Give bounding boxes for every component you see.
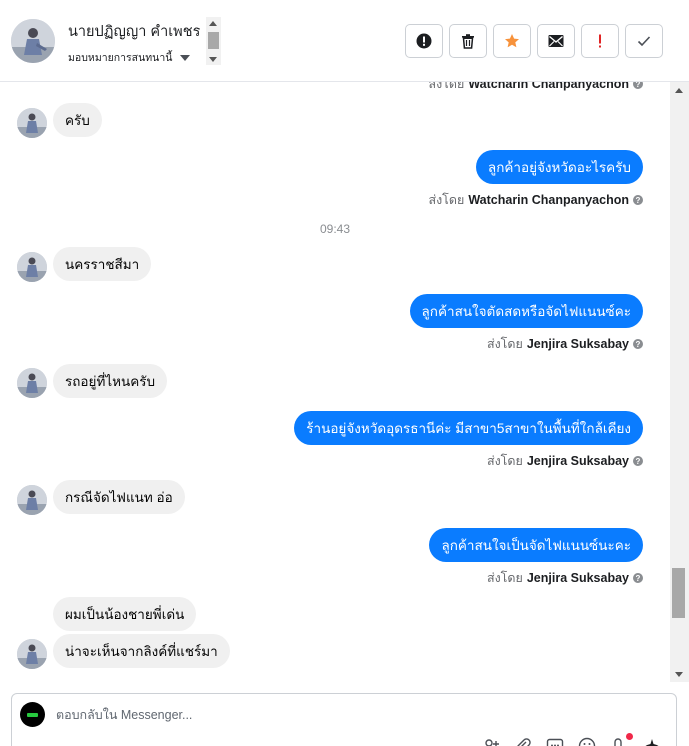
help-icon[interactable]: ?	[633, 456, 643, 466]
sent-by-prefix: ส่งโดย	[486, 454, 523, 468]
sent-by-label: ส่งโดย Jenjira Suksabay ?	[487, 334, 643, 354]
contact-avatar-small[interactable]	[17, 252, 47, 282]
agent-name[interactable]: Jenjira Suksabay	[527, 337, 629, 351]
mark-unread-button[interactable]	[537, 24, 575, 58]
check-icon	[637, 36, 651, 47]
assign-conversation-label: มอบหมายการสนทนานี้	[68, 52, 173, 64]
star-button[interactable]	[493, 24, 531, 58]
help-icon[interactable]: ?	[633, 339, 643, 349]
outgoing-message[interactable]: ลูกค้าสนใจเป็นจัดไฟแนนซ์นะคะ	[429, 528, 643, 562]
composer-toolbar	[482, 733, 660, 746]
contact-name[interactable]: นายปฏิญญา คำเพชร	[68, 20, 206, 43]
mark-spam-button[interactable]	[405, 24, 443, 58]
incoming-message[interactable]: นครราชสีมา	[53, 247, 152, 281]
saved-reply-button[interactable]	[546, 737, 564, 746]
inbox-conversation-panel: นายปฏิญญา คำเพชร มอบหมายการสนทนานี้ ส่งโ…	[0, 0, 689, 746]
emoji-icon	[578, 737, 596, 746]
sent-by-prefix: ส่งโดย	[486, 337, 523, 351]
sent-by-label: ส่งโดย Jenjira Suksabay ?	[487, 451, 643, 471]
sent-by-label: ส่งโดย Jenjira Suksabay ?	[487, 568, 643, 588]
star-icon	[505, 34, 519, 48]
attach-button[interactable]	[514, 737, 532, 746]
notification-dot	[626, 733, 633, 740]
incoming-message[interactable]: ครับ	[53, 103, 102, 137]
contact-avatar[interactable]	[11, 19, 55, 63]
contact-avatar-small[interactable]	[17, 368, 47, 398]
mail-icon	[548, 35, 564, 47]
name-scrollbar[interactable]	[206, 17, 221, 65]
assign-conversation-dropdown[interactable]: มอบหมายการสนทนานี้	[68, 49, 191, 66]
trash-icon	[462, 34, 474, 49]
emoji-button[interactable]	[578, 737, 596, 746]
appointment-icon	[614, 738, 622, 746]
sent-by-prefix: ส่งโดย	[486, 571, 523, 585]
outgoing-message[interactable]: ลูกค้าสนใจตัดสดหรือจัดไฟแนนซ์คะ	[409, 294, 643, 328]
sent-by-label: ส่งโดย Watcharin Chanpanyachon ?	[428, 82, 643, 94]
contact-avatar-small[interactable]	[17, 485, 47, 515]
scroll-down-arrow-icon[interactable]	[209, 57, 217, 62]
conversation-toolbar	[405, 24, 663, 58]
alert-icon	[416, 33, 432, 49]
saved-reply-icon	[546, 738, 564, 746]
page-avatar	[20, 702, 45, 727]
exclamation-icon	[599, 34, 601, 48]
incoming-message[interactable]: ผมเป็นน้องชายพี่เด่น	[53, 597, 197, 631]
appointment-button[interactable]	[610, 733, 633, 746]
scroll-up-arrow-icon[interactable]	[209, 21, 217, 26]
incoming-message[interactable]: กรณีจัดไฟแนท อ่อ	[53, 480, 185, 514]
conversation-header: นายปฏิญญา คำเพชร มอบหมายการสนทนานี้	[0, 0, 689, 82]
agent-name[interactable]: Jenjira Suksabay	[527, 454, 629, 468]
incoming-message[interactable]: น่าจะเห็นจากลิงค์ที่แชร์มา	[53, 634, 230, 668]
messages-scrollbar[interactable]	[670, 82, 689, 682]
message-list: ส่งโดย Watcharin Chanpanyachon ? ครับ ลู…	[0, 82, 670, 682]
follow-up-button[interactable]	[581, 24, 619, 58]
sent-by-label: ส่งโดย Watcharin Chanpanyachon ?	[428, 190, 643, 210]
sparkle-icon	[645, 739, 659, 746]
scroll-down-arrow-icon[interactable]	[675, 672, 683, 677]
incoming-message[interactable]: รถอยู่ที่ไหนครับ	[53, 364, 168, 398]
add-person-icon	[485, 739, 499, 746]
reply-composer	[11, 693, 677, 746]
sent-by-prefix: ส่งโดย	[428, 193, 465, 207]
attachment-icon	[517, 738, 531, 746]
reply-input[interactable]	[56, 705, 616, 725]
add-person-button[interactable]	[482, 737, 500, 746]
scrollbar-thumb[interactable]	[672, 568, 685, 618]
caret-down-icon	[180, 54, 191, 61]
timestamp-separator: 09:43	[319, 222, 351, 236]
scroll-up-arrow-icon[interactable]	[675, 88, 683, 93]
agent-name[interactable]: Watcharin Chanpanyachon	[468, 82, 629, 91]
delete-button[interactable]	[449, 24, 487, 58]
ai-assist-button[interactable]	[642, 737, 660, 746]
contact-avatar-small[interactable]	[17, 639, 47, 669]
sent-by-prefix: ส่งโดย	[428, 82, 465, 91]
help-icon[interactable]: ?	[633, 573, 643, 583]
help-icon[interactable]: ?	[633, 82, 643, 89]
contact-avatar-small[interactable]	[17, 108, 47, 138]
scrollbar-thumb[interactable]	[208, 32, 219, 49]
mark-done-button[interactable]	[625, 24, 663, 58]
outgoing-message[interactable]: ลูกค้าอยู่จังหวัดอะไรครับ	[475, 150, 643, 184]
help-icon[interactable]: ?	[633, 195, 643, 205]
agent-name[interactable]: Jenjira Suksabay	[527, 571, 629, 585]
agent-name[interactable]: Watcharin Chanpanyachon	[468, 193, 629, 207]
outgoing-message[interactable]: ร้านอยู่จังหวัดอุดรธานีค่ะ มีสาขา5สาขาใน…	[294, 411, 643, 445]
